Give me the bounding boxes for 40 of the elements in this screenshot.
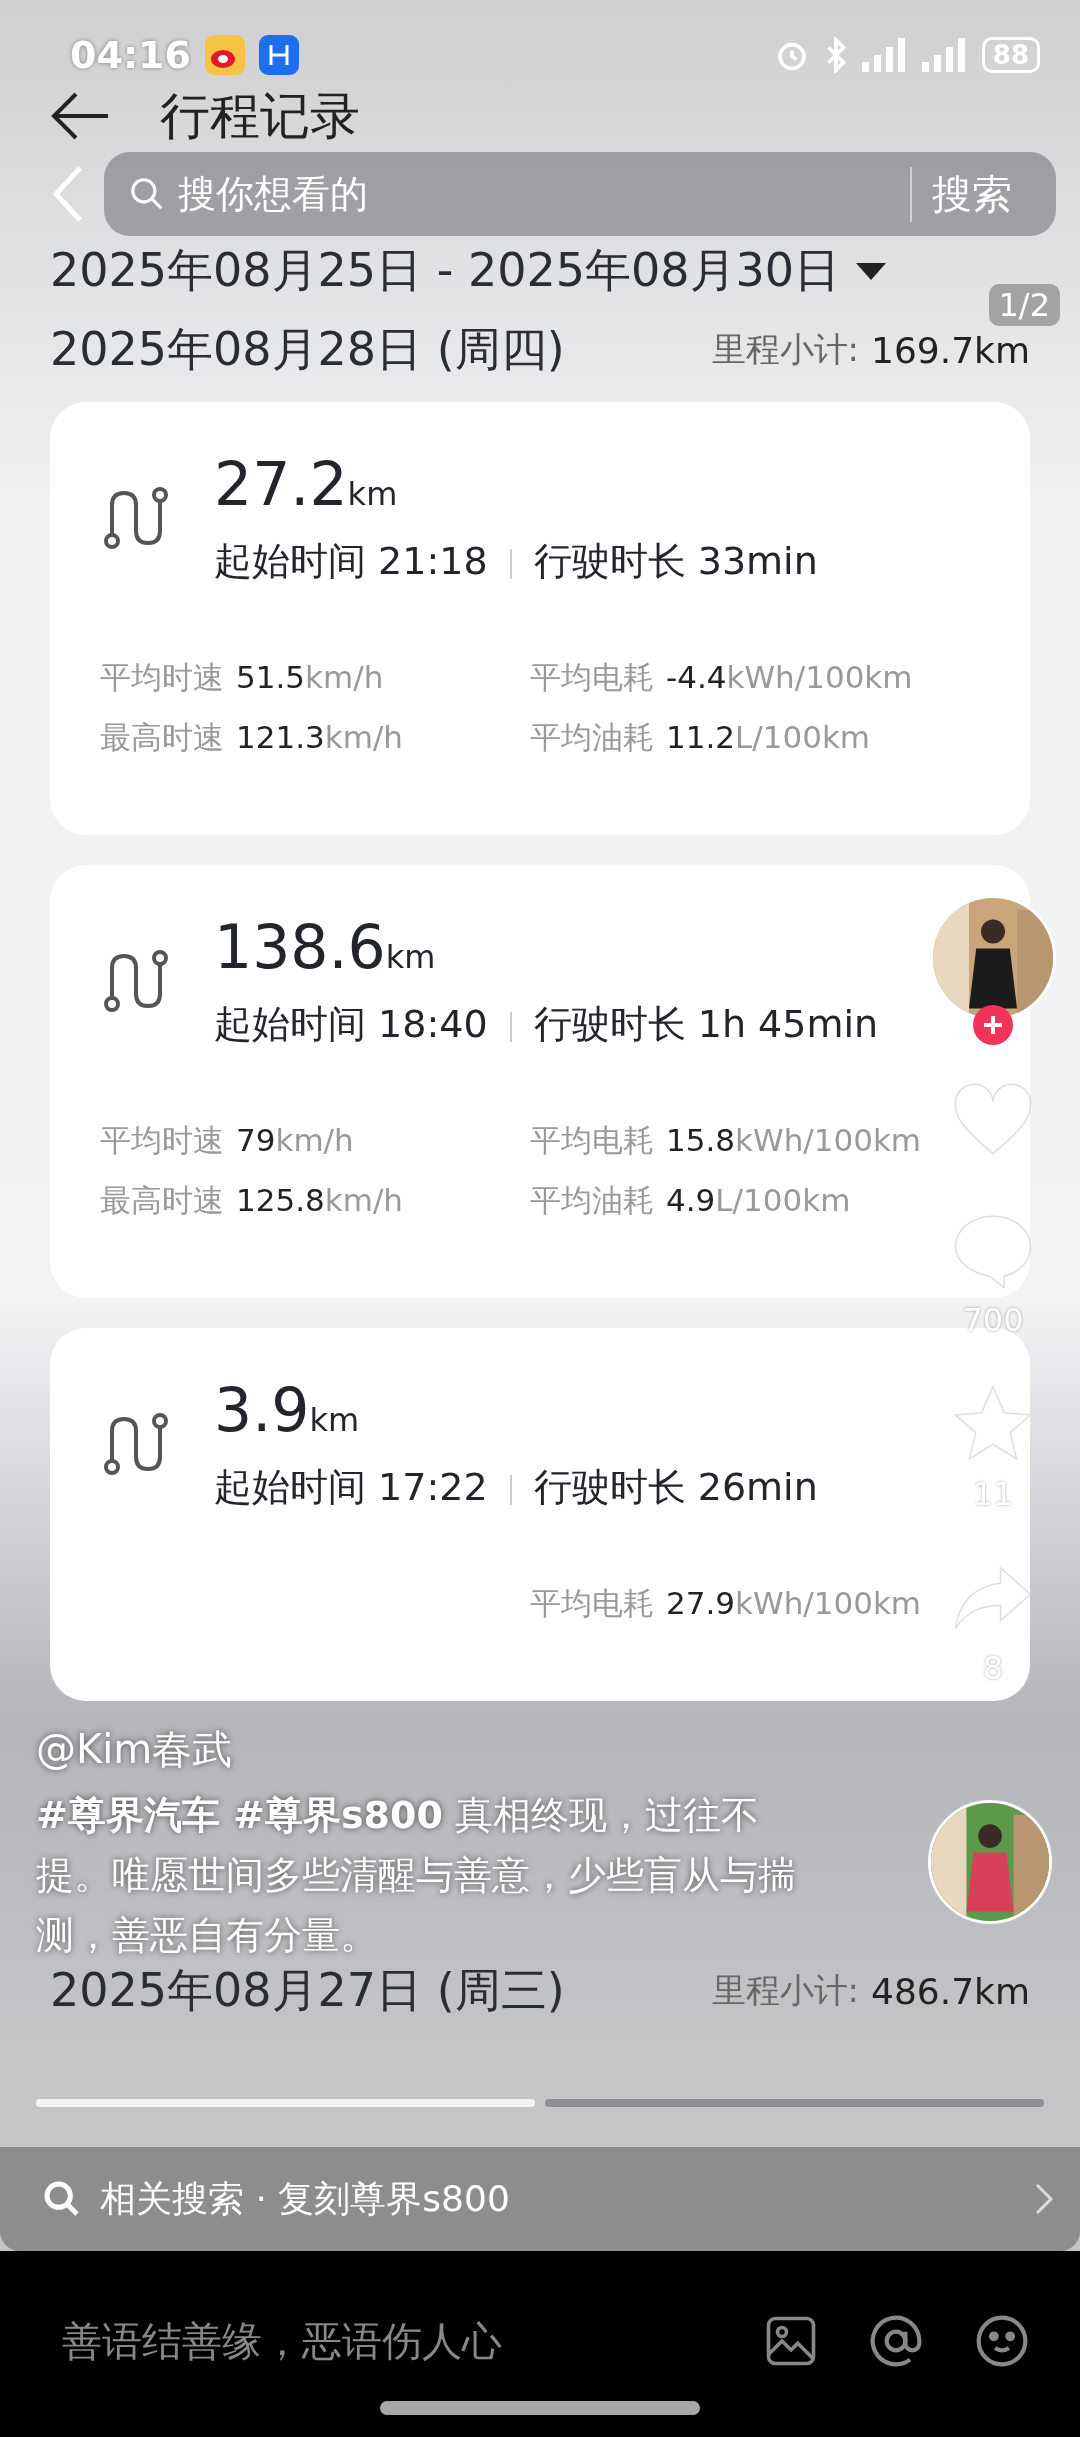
image-icon[interactable] — [764, 2314, 818, 2368]
trip-times: 起始时间 17:22 行驶时长 26min — [214, 1464, 818, 1511]
subtotal-label: 里程小计: — [711, 328, 859, 371]
day-date: 2025年08月27日 (周三) — [50, 1962, 566, 2019]
trip-stat: 最高时速 121.3km/h — [100, 718, 404, 757]
signal-icon — [861, 38, 908, 72]
post-caption: #尊界汽车 #尊界s800 真相终现，过往不提。唯愿世间多些清醒与善意，少些盲从与揣测，善恶自有分量。 — [36, 1792, 796, 1959]
trip-card[interactable]: 138.6km 起始时间 18:40 行驶时长 1h 45min 平均时速 79km/h 最高时速 125.8km/h 平均电耗 15.8kWh/100km 平均油耗 4.9L/100km — [50, 865, 1030, 1298]
trip-distance: 3.9km — [214, 1374, 361, 1447]
signal-icon — [921, 38, 968, 72]
trip-stat: 平均时速 79km/h — [100, 1121, 355, 1160]
trip-stat: 平均电耗 15.8kWh/100km — [530, 1121, 923, 1160]
page-indicator: 1/2 — [988, 284, 1060, 326]
mention-icon[interactable] — [868, 2313, 924, 2369]
trip-stat: 平均时速 51.5km/h — [100, 658, 385, 697]
chevron-right-icon — [1034, 2182, 1054, 2216]
subtotal-label: 里程小计: — [711, 1969, 859, 2012]
page-title: 行程记录 — [160, 85, 360, 147]
trip-stat: 最高时速 125.8km/h — [100, 1181, 404, 1220]
trip-card[interactable]: 27.2 km 起始时间 21:18 行驶时长 33min 平均时速 51.5km/h 最高时速 121.3km/h 平均电耗 -4.4kWh/100km 平均油耗 11.2L/100km — [50, 402, 1030, 835]
trip-stat: 平均电耗 27.9kWh/100km — [530, 1584, 923, 1623]
app-notification-icon — [204, 35, 245, 75]
plus-icon — [982, 1014, 1004, 1036]
trip-times: 起始时间 18:40 行驶时长 1h 45min — [214, 1001, 879, 1048]
trip-stat: 平均油耗 11.2L/100km — [530, 718, 872, 757]
trip-stat: 平均电耗 -4.4kWh/100km — [530, 658, 914, 697]
subtotal-value: 169.7km — [871, 329, 1030, 371]
app-notification-icon — [258, 35, 299, 75]
trip-distance: 27.2 km — [214, 448, 399, 521]
dropdown-caret-icon[interactable] — [856, 261, 887, 281]
trip-times: 起始时间 21:18 行驶时长 33min — [214, 538, 818, 585]
day-date: 2025年08月28日 (周四) — [50, 321, 566, 378]
trip-stat: 平均油耗 4.9L/100km — [530, 1181, 852, 1220]
date-range[interactable]: 2025年08月25日 - 2025年08月30日 — [50, 240, 841, 302]
subtotal-value: 486.7km — [871, 1970, 1030, 2012]
emoji-icon[interactable] — [974, 2313, 1030, 2369]
status-time: 04:16 — [70, 33, 191, 77]
back-arrow-icon[interactable] — [50, 91, 110, 141]
trip-distance: 138.6km — [214, 911, 437, 984]
comment-input[interactable]: 善语结善缘，恶语伤人心 — [60, 2317, 714, 2365]
